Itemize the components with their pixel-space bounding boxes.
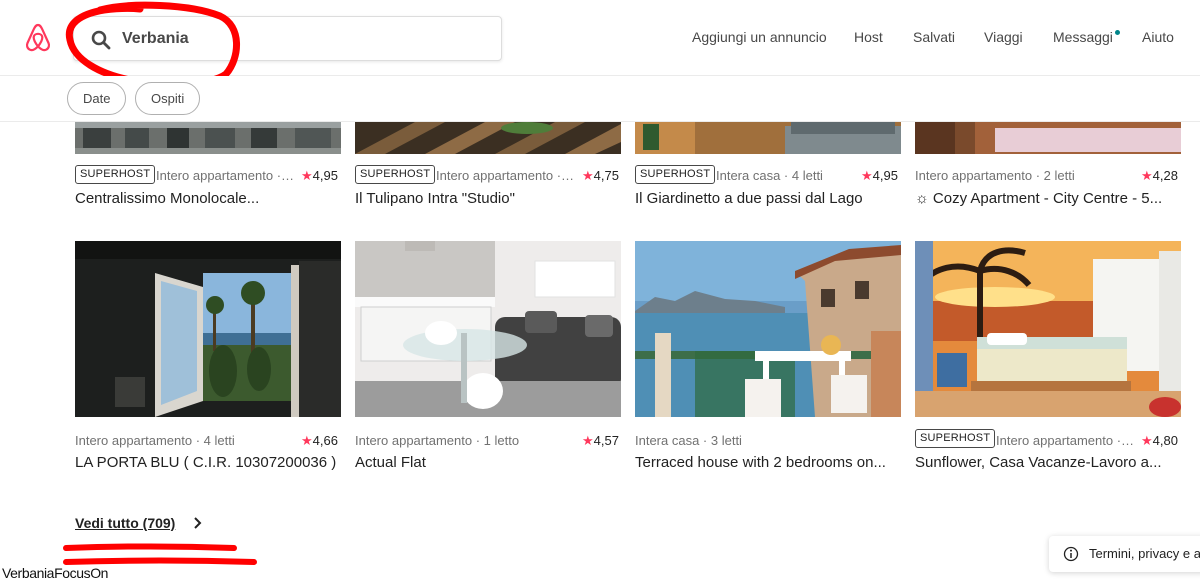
listing-meta: Intero appartamento · 1 letto [436, 168, 576, 183]
star-icon: ★ [301, 433, 313, 448]
star-icon: ★ [1141, 168, 1153, 183]
listing-photo[interactable] [635, 122, 901, 154]
nav-help[interactable]: Aiuto [1142, 29, 1174, 45]
listing-meta: Intero appartamento · 1 letto [355, 433, 520, 448]
listing-photo[interactable] [75, 241, 341, 417]
info-icon [1063, 546, 1079, 562]
listing-photo[interactable] [915, 122, 1181, 154]
terms-privacy-footer-button[interactable]: Termini, privacy e altro [1049, 536, 1200, 572]
superhost-badge: SUPERHOST [75, 165, 156, 184]
star-icon: ★ [861, 168, 873, 183]
superhost-badge: SUPERHOST [635, 165, 716, 184]
filter-bar: Date Ospiti [0, 76, 1200, 122]
listing-title[interactable]: Centralissimo Monolocale... [75, 190, 341, 207]
listing-rating: ★4,57 [582, 433, 619, 448]
listing-meta: Intero appartamento · 1 letto [156, 168, 296, 183]
listing-title[interactable]: Sunflower, Casa Vacanze-Lavoro a... [915, 454, 1175, 471]
nav-messages[interactable]: Messaggi [1053, 29, 1113, 45]
listing-rating: ★4,66 [301, 433, 338, 448]
chevron-right-icon[interactable] [193, 516, 203, 530]
filter-guests-button[interactable]: Ospiti [135, 82, 201, 115]
star-icon: ★ [301, 168, 313, 183]
terms-label: Termini, privacy e altro [1089, 546, 1200, 561]
listing-meta: Intera casa · 3 letti [635, 433, 742, 448]
star-icon: ★ [582, 433, 594, 448]
listing-photo[interactable] [915, 241, 1181, 417]
star-icon: ★ [582, 168, 594, 183]
listing-meta: Intero appartamento · 1 letto [996, 433, 1136, 448]
listing-title[interactable]: LA PORTA BLU ( C.I.R. 10307200036 ) [75, 454, 341, 471]
listing-rating: ★4,80 [1141, 433, 1178, 448]
listing-rating: ★4,95 [861, 168, 898, 183]
search-input[interactable] [122, 23, 482, 55]
listing-meta: Intera casa · 4 letti [716, 168, 823, 183]
listing-title[interactable]: Terraced house with 2 bedrooms on... [635, 454, 901, 471]
listing-photo[interactable] [635, 241, 901, 417]
search-bar[interactable] [73, 16, 502, 61]
listing-title[interactable]: Il Giardinetto a due passi dal Lago [635, 190, 901, 207]
listing-rating: ★4,28 [1141, 168, 1178, 183]
listing-rating: ★4,75 [582, 168, 619, 183]
nav-trips[interactable]: Viaggi [984, 29, 1023, 45]
nav-host[interactable]: Host [854, 29, 883, 45]
listing-title[interactable]: ☼ Cozy Apartment - City Centre - 5... [915, 190, 1181, 207]
listing-rating: ★4,95 [301, 168, 338, 183]
nav-saved[interactable]: Salvati [913, 29, 955, 45]
listing-photo[interactable] [355, 122, 621, 154]
listing-photo[interactable] [355, 241, 621, 417]
listing-title[interactable]: Actual Flat [355, 454, 621, 471]
top-header: Aggiungi un annuncio Host Salvati Viaggi… [0, 0, 1200, 76]
notification-dot [1115, 30, 1120, 35]
see-all-link[interactable]: Vedi tutto (709) [75, 515, 175, 531]
nav-add-listing[interactable]: Aggiungi un annuncio [692, 29, 827, 45]
star-icon: ★ [1141, 433, 1153, 448]
watermark-text: VerbaniaFocusOn [2, 565, 109, 581]
listing-photo[interactable] [75, 122, 341, 154]
listing-meta: Intero appartamento · 4 letti [75, 433, 235, 448]
superhost-badge: SUPERHOST [355, 165, 436, 184]
airbnb-logo-icon[interactable] [24, 22, 52, 54]
listing-title[interactable]: Il Tulipano Intra "Studio" [355, 190, 621, 207]
superhost-badge: SUPERHOST [915, 429, 996, 448]
filter-dates-button[interactable]: Date [67, 82, 127, 115]
search-icon [91, 30, 111, 50]
listing-meta: Intero appartamento · 2 letti [915, 168, 1075, 183]
